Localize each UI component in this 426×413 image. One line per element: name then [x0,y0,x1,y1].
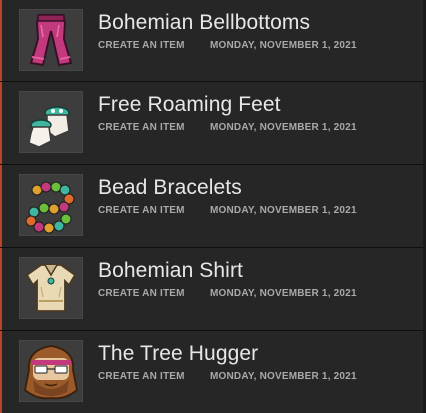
pants-icon[interactable] [19,9,83,71]
list-item[interactable]: Bohemian Shirt CREATE AN ITEM MONDAY, NOV… [0,248,423,331]
item-date: MONDAY, NOVEMBER 1, 2021 [210,205,357,216]
bracelets-icon[interactable] [19,174,83,236]
item-type: CREATE AN ITEM [98,371,185,382]
item-date: MONDAY, NOVEMBER 1, 2021 [210,40,357,51]
item-meta: CREATE AN ITEM MONDAY, NOVEMBER 1, 2021 [98,288,357,299]
item-meta: CREATE AN ITEM MONDAY, NOVEMBER 1, 2021 [98,122,357,133]
item-type: CREATE AN ITEM [98,205,185,216]
hippie-face-icon[interactable] [19,340,83,402]
list-item[interactable]: Free Roaming Feet CREATE AN ITEM MONDAY, … [0,82,423,165]
item-type: CREATE AN ITEM [98,288,185,299]
list-item[interactable]: Bohemian Bellbottoms CREATE AN ITEM MONDA… [0,0,423,82]
item-date: MONDAY, NOVEMBER 1, 2021 [210,288,357,299]
item-title[interactable]: The Tree Hugger [98,342,258,366]
item-meta: CREATE AN ITEM MONDAY, NOVEMBER 1, 2021 [98,371,357,382]
item-title[interactable]: Bohemian Shirt [98,259,243,283]
item-title[interactable]: Free Roaming Feet [98,93,281,117]
item-date: MONDAY, NOVEMBER 1, 2021 [210,371,357,382]
shirt-icon[interactable] [19,257,83,319]
item-type: CREATE AN ITEM [98,122,185,133]
item-type: CREATE AN ITEM [98,40,185,51]
activity-feed: Bohemian Bellbottoms CREATE AN ITEM MONDA… [0,0,426,413]
item-list: Bohemian Bellbottoms CREATE AN ITEM MONDA… [0,0,423,413]
feet-icon[interactable] [19,91,83,153]
list-item[interactable]: Bead Bracelets CREATE AN ITEM MONDAY, NOV… [0,165,423,248]
list-item[interactable]: The Tree Hugger CREATE AN ITEM MONDAY, NO… [0,331,423,413]
item-date: MONDAY, NOVEMBER 1, 2021 [210,122,357,133]
item-title[interactable]: Bohemian Bellbottoms [98,11,310,35]
item-meta: CREATE AN ITEM MONDAY, NOVEMBER 1, 2021 [98,40,357,51]
item-meta: CREATE AN ITEM MONDAY, NOVEMBER 1, 2021 [98,205,357,216]
item-title[interactable]: Bead Bracelets [98,176,242,200]
